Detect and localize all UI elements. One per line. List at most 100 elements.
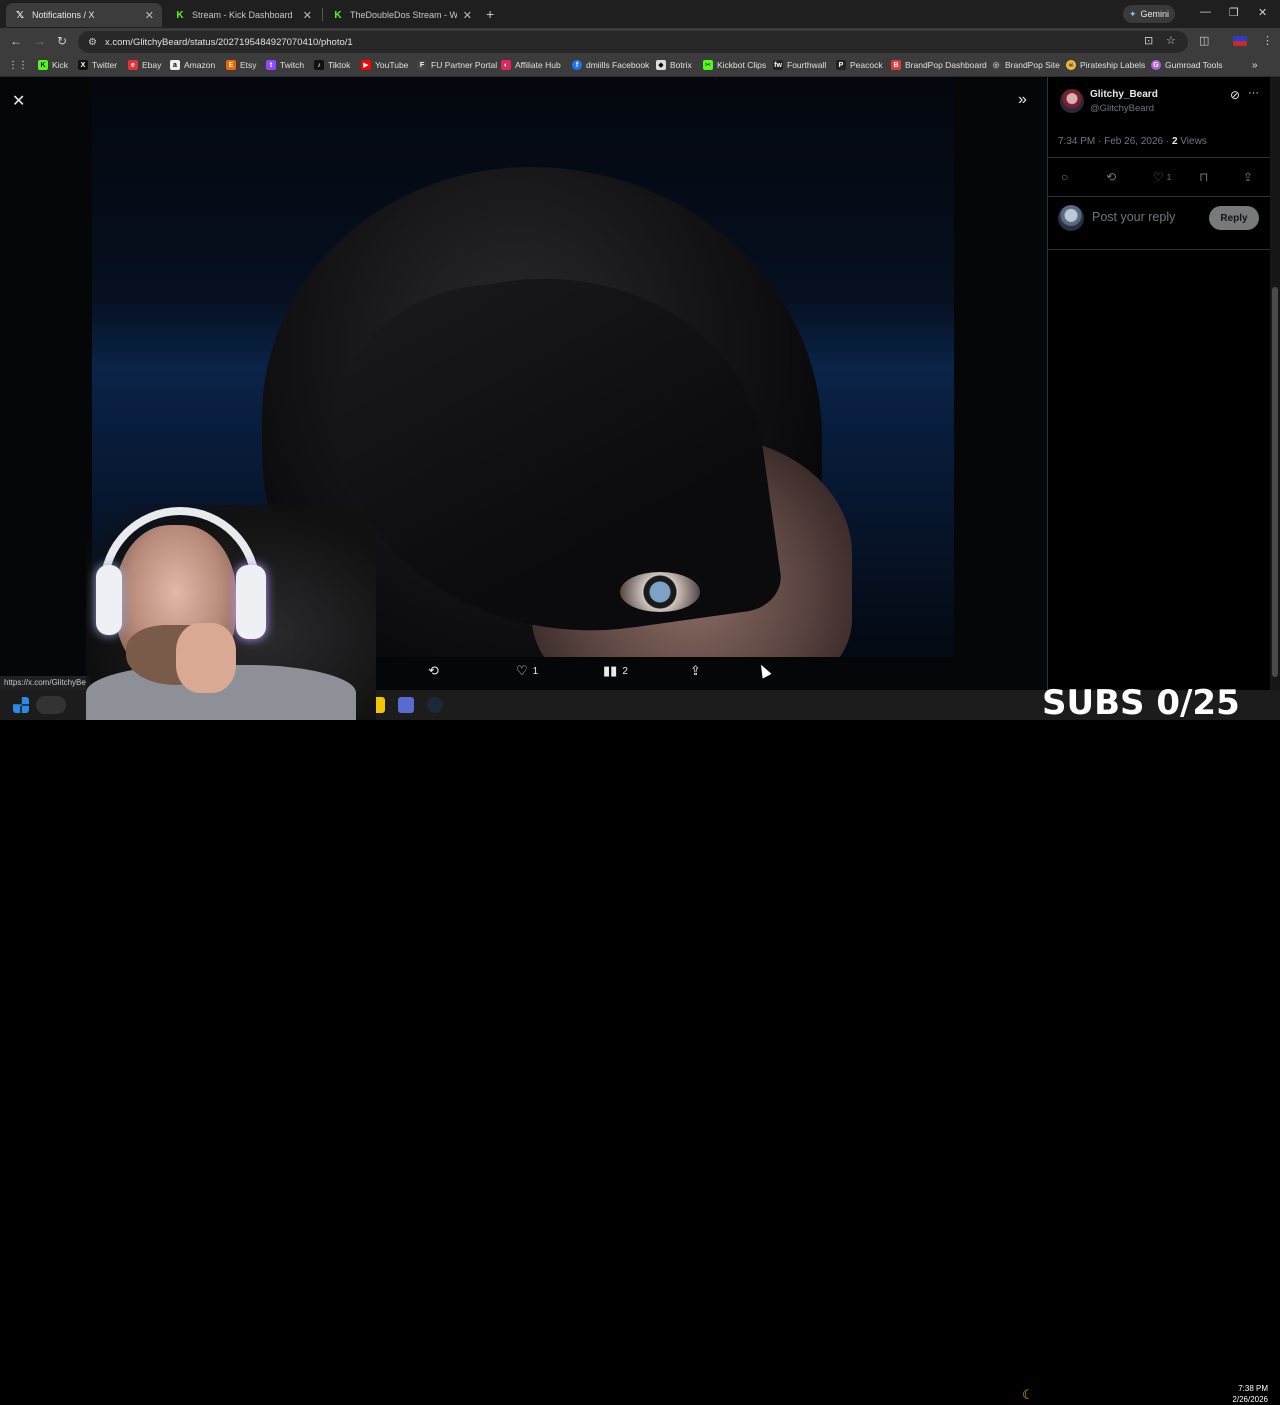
reply-input[interactable]: Post your reply <box>1092 210 1175 224</box>
bookmark-gumroad-tools[interactable]: G Gumroad Tools <box>1151 60 1222 70</box>
site-info-icon[interactable]: ⚙ <box>88 37 97 48</box>
back-arrow-icon[interactable]: ← <box>10 34 22 48</box>
apps-grid-icon[interactable]: ⋮⋮ <box>8 60 28 71</box>
views-label: Views <box>1177 136 1207 147</box>
more-bookmarks-icon[interactable]: » <box>1252 60 1258 71</box>
bookmark-twitter[interactable]: X Twitter <box>78 60 117 70</box>
bookmark-ebay[interactable]: e Ebay <box>128 60 161 70</box>
system-clock[interactable]: 7:38 PM 2/26/2026 <box>1226 1383 1268 1405</box>
retweet-icon: ⟲ <box>428 663 439 678</box>
ebay-icon: e <box>128 60 138 70</box>
reload-icon[interactable]: ↻ <box>57 34 67 48</box>
new-tab-button[interactable]: + <box>486 6 494 22</box>
browser-menu-icon[interactable]: ⋮ <box>1262 34 1273 47</box>
address-bar[interactable]: ⚙ x.com/GlitchyBeard/status/202719548492… <box>78 31 1188 53</box>
user-handle[interactable]: @GlitchyBeard <box>1090 103 1154 114</box>
tab-thedoubledos[interactable]: K TheDoubleDos Stream - Watch ✕ <box>324 3 480 27</box>
post-actions-row: ○ ⟲ ♡ 1 ⊓ ⇪ <box>1048 157 1271 197</box>
bookmark-peacock[interactable]: P Peacock <box>836 60 883 70</box>
close-tab-icon[interactable]: ✕ <box>463 9 472 22</box>
minimize-icon[interactable]: — <box>1200 6 1211 18</box>
like-button[interactable]: ♡ 1 <box>516 663 538 679</box>
url-text: x.com/GlitchyBeard/status/20271954849270… <box>104 36 353 48</box>
photo-eye <box>620 572 700 612</box>
youtube-icon: ▶ <box>361 60 371 70</box>
kick-icon: K <box>38 60 48 70</box>
tab-strip: 𝕏 Notifications / X ✕ K Stream - Kick Da… <box>0 0 1280 28</box>
kickbot-icon: ✂ <box>703 60 713 70</box>
bookmark-fourthwall[interactable]: fw Fourthwall <box>773 60 826 70</box>
bookmark-icon[interactable]: ⊓ <box>1199 170 1208 184</box>
close-tab-icon[interactable]: ✕ <box>145 9 154 22</box>
windows-start-icon[interactable] <box>13 697 29 713</box>
restore-icon[interactable]: ❐ <box>1229 6 1239 19</box>
post-timestamp: 7:34 PM · Feb 26, 2026 · 2 Views <box>1058 136 1207 147</box>
gemini-button[interactable]: ✦ Gemini <box>1123 5 1175 23</box>
forward-arrow-icon[interactable]: → <box>34 34 46 48</box>
profile-avatar[interactable] <box>1233 36 1247 46</box>
share-button[interactable]: ⇪ <box>690 663 701 679</box>
status-url: https://x.com/GlitchyBe <box>0 676 90 690</box>
subs-goal-overlay: SUBS 0/25 <box>1042 683 1240 723</box>
clock-date: 2/26/2026 <box>1232 1395 1268 1404</box>
close-tab-icon[interactable]: ✕ <box>303 9 312 22</box>
bookmark-amazon[interactable]: a Amazon <box>170 60 215 70</box>
display-name[interactable]: Glitchy_Beard <box>1090 89 1158 100</box>
collapse-panel-icon[interactable]: » <box>1018 91 1027 109</box>
tab-notifications[interactable]: 𝕏 Notifications / X ✕ <box>6 3 162 27</box>
reply-button[interactable]: Reply <box>1209 206 1259 230</box>
midi-app-icon[interactable] <box>398 697 414 713</box>
steam-icon[interactable] <box>427 697 443 713</box>
kick-logo-icon: K <box>334 9 342 21</box>
install-app-icon[interactable]: ⊡ <box>1144 34 1153 47</box>
close-viewer-icon[interactable]: ✕ <box>12 91 25 111</box>
scrollbar[interactable] <box>1270 77 1280 690</box>
brandpop-icon: B <box>891 60 901 70</box>
bookmark-etsy[interactable]: E Etsy <box>226 60 257 70</box>
like-count: 1 <box>1166 172 1172 182</box>
avatar[interactable] <box>1060 89 1084 113</box>
bookmark-twitch[interactable]: t Twitch <box>266 60 304 70</box>
more-options-icon[interactable]: ··· <box>1248 87 1259 99</box>
reply-icon[interactable]: ○ <box>1061 170 1068 184</box>
bookmark-dmiills-facebook[interactable]: f dmiills Facebook <box>572 60 649 70</box>
post-time: 7:34 PM · Feb 26, 2026 · <box>1058 136 1172 147</box>
tab-kick-dashboard[interactable]: K Stream - Kick Dashboard ✕ <box>166 3 320 27</box>
bookmark-tiktok[interactable]: ♪ Tiktok <box>314 60 350 70</box>
retweet-button[interactable]: ⟲ <box>428 663 439 679</box>
tab-title: Notifications / X <box>32 10 95 20</box>
bookmark-fu-partner-portal[interactable]: F FU Partner Portal <box>417 60 497 70</box>
twitch-icon: t <box>266 60 276 70</box>
share-icon[interactable]: ⇪ <box>1243 170 1253 184</box>
like-count: 1 <box>532 665 539 677</box>
bookmark-brandpop-site[interactable]: ◎ BrandPop Site <box>991 60 1060 70</box>
views-button[interactable]: ▮▮ 2 <box>603 663 628 679</box>
globe-icon: ◎ <box>991 60 1001 70</box>
side-panel-icon[interactable]: ◫ <box>1199 34 1209 47</box>
bookmark-kick[interactable]: K Kick <box>38 60 68 70</box>
bookmark-youtube[interactable]: ▶ YouTube <box>361 60 408 70</box>
heart-icon: ♡ <box>516 663 528 678</box>
bookmark-botrix[interactable]: ◆ Botrix <box>656 60 692 70</box>
tiktok-icon: ♪ <box>314 60 324 70</box>
bookmark-affiliate-hub[interactable]: ◐ Affiliate Hub <box>501 60 561 70</box>
bar-chart-icon: ▮▮ <box>603 663 618 678</box>
kick-logo-icon: K <box>176 9 184 21</box>
sparkle-icon: ✦ <box>1128 8 1137 19</box>
retweet-icon[interactable]: ⟲ <box>1106 170 1116 184</box>
like-button[interactable]: ♡ 1 <box>1153 170 1171 184</box>
view-count: 2 <box>622 665 628 677</box>
x-logo-icon: 𝕏 <box>15 9 25 21</box>
scrollbar-thumb[interactable] <box>1272 287 1278 677</box>
hub-icon: ◐ <box>501 60 511 70</box>
close-window-icon[interactable]: ✕ <box>1258 6 1267 19</box>
amazon-icon: a <box>170 60 180 70</box>
bookmark-brandpop-dashboard[interactable]: B BrandPop Dashboard <box>891 60 987 70</box>
bookmark-kickbot-clips[interactable]: ✂ Kickbot Clips <box>703 60 766 70</box>
search-icon[interactable] <box>36 696 66 714</box>
bookmark-pirateship-labels[interactable]: ☠ Pirateship Labels <box>1066 60 1145 70</box>
grok-icon[interactable]: ⊘ <box>1230 88 1240 102</box>
x-logo-icon: X <box>78 60 88 70</box>
bookmark-star-icon[interactable]: ☆ <box>1166 34 1176 47</box>
pirateship-icon: ☠ <box>1066 60 1076 70</box>
